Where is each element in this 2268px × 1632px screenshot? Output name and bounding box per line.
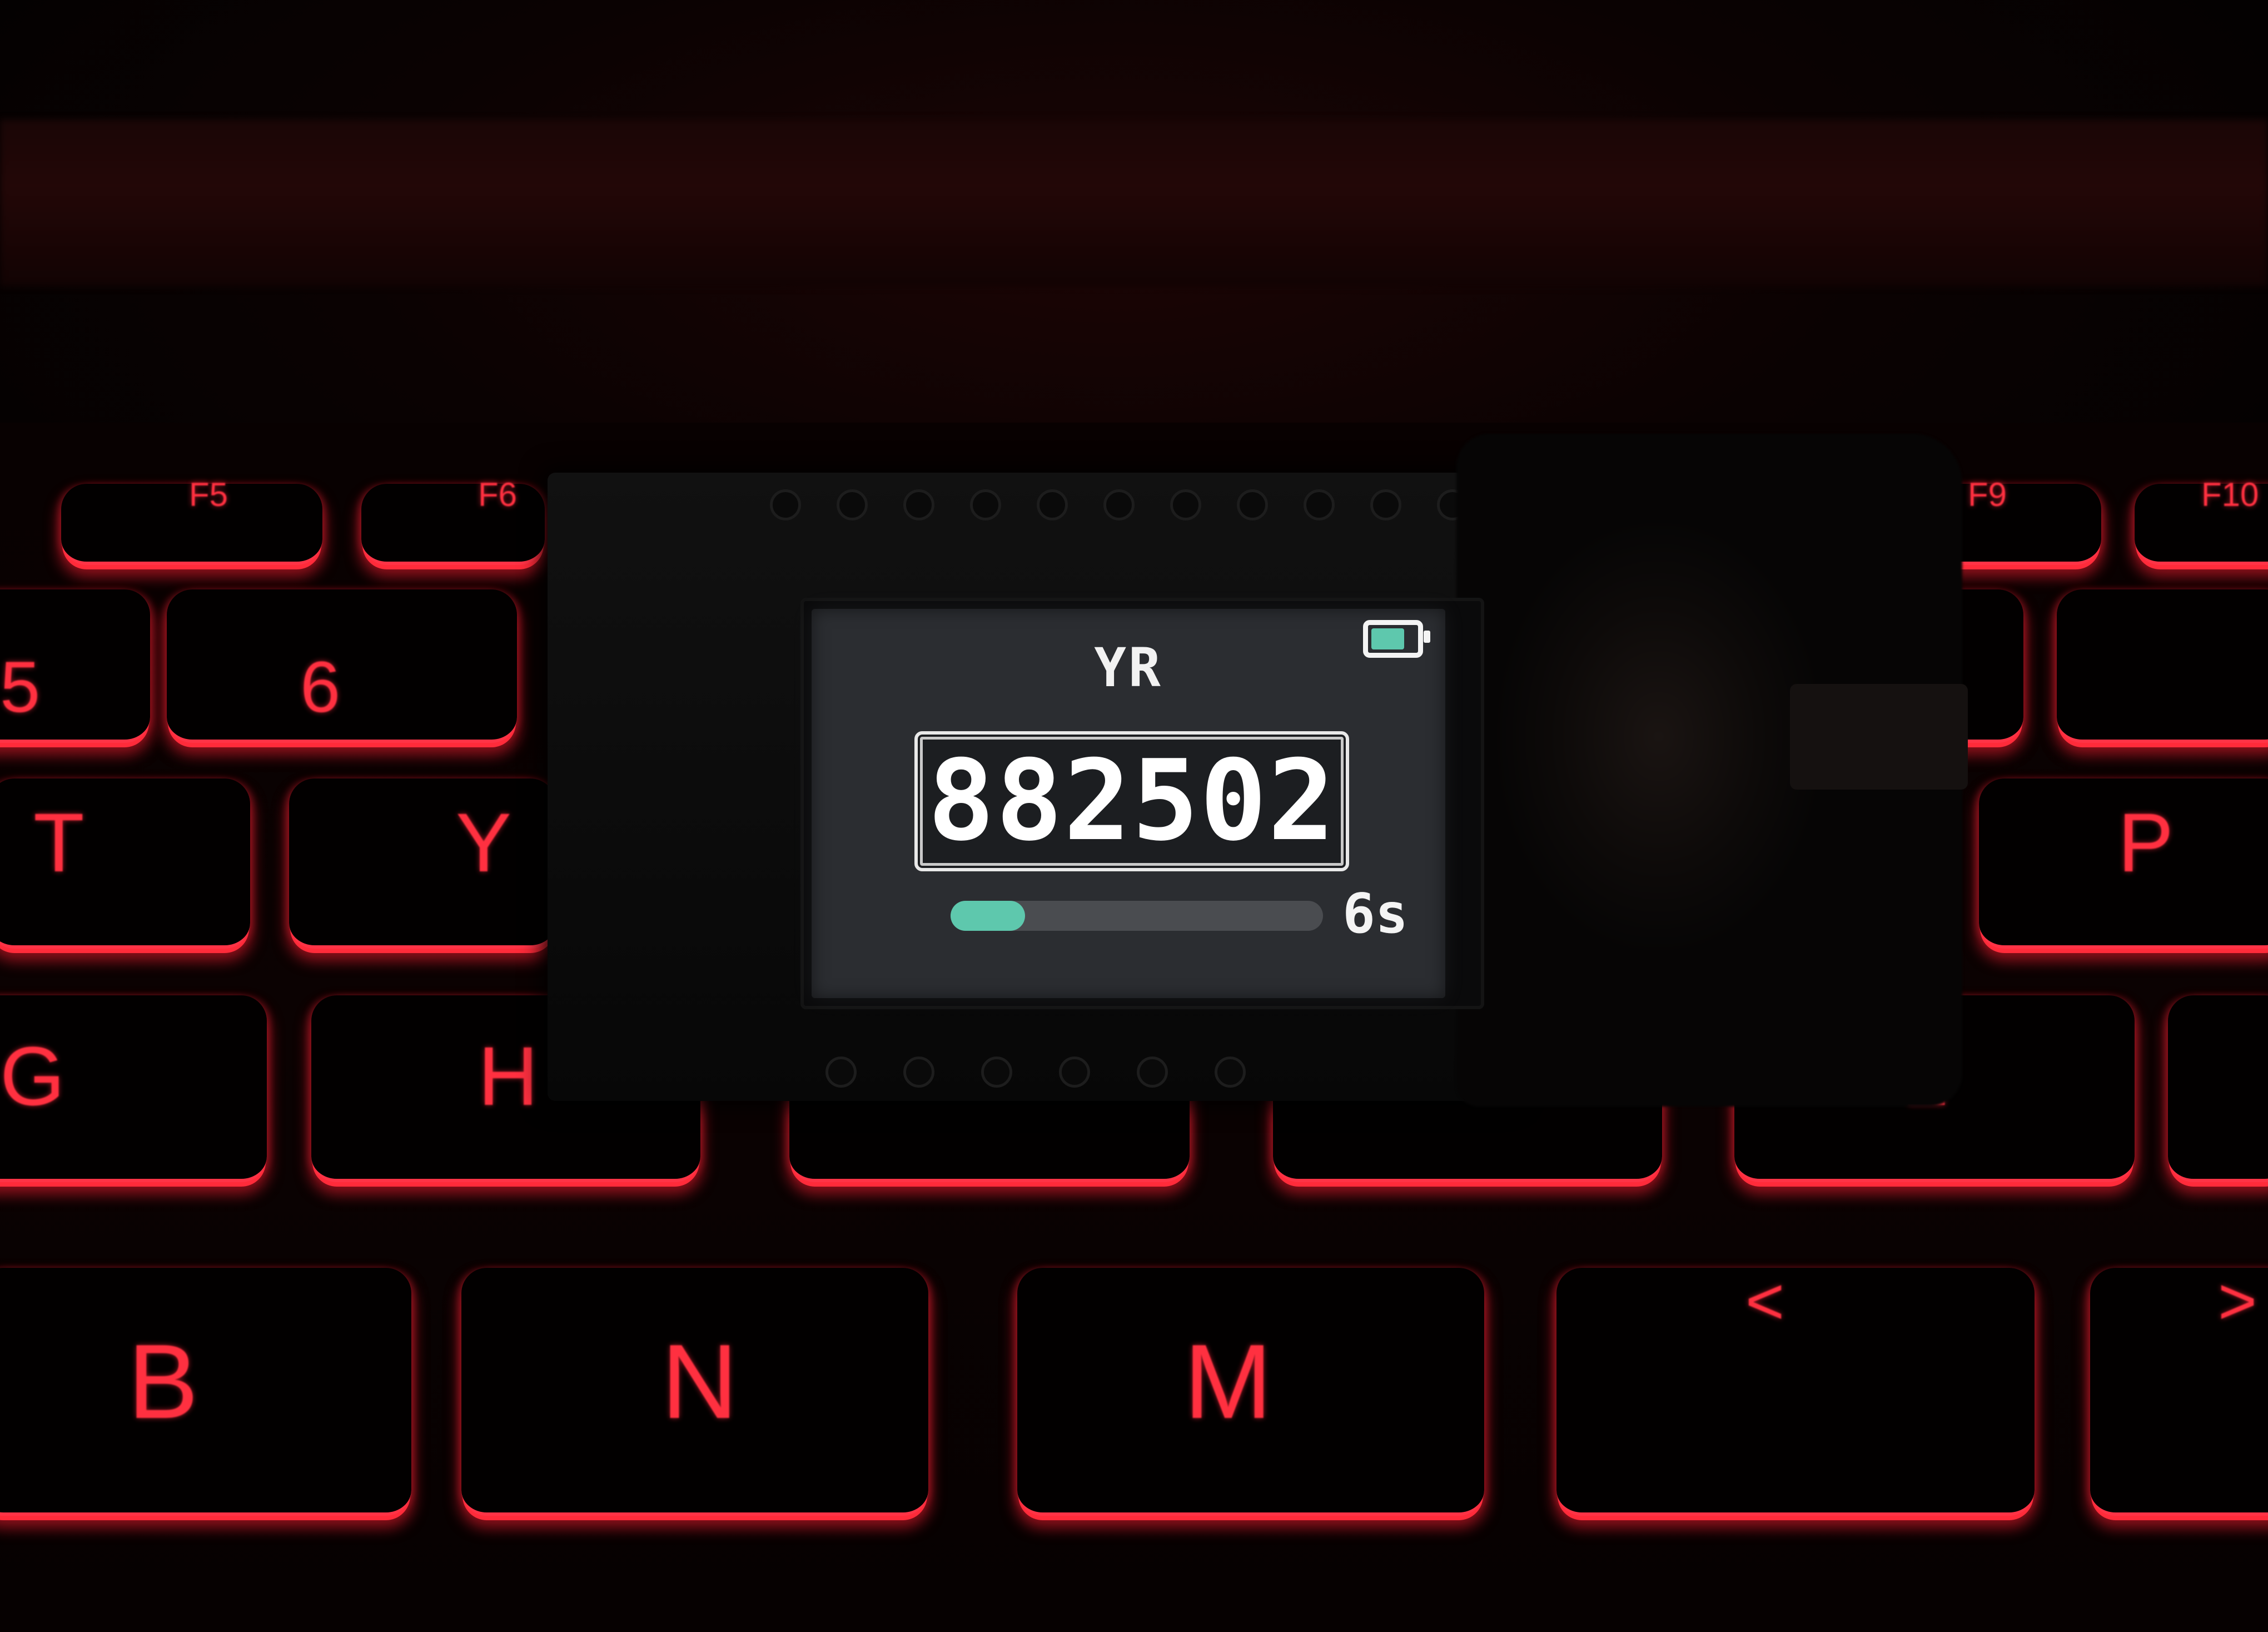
battery-level (1371, 628, 1404, 649)
key-6: 6 (167, 589, 517, 743)
key-0 (2057, 589, 2268, 743)
laptop-hinge (0, 120, 2268, 286)
key-b: B (0, 1268, 411, 1516)
header-pin (825, 1056, 857, 1088)
header-pin (1304, 489, 1335, 520)
header-pin (770, 489, 801, 520)
header-pin (970, 489, 1001, 520)
key-f5: F5 (61, 478, 322, 565)
account-label: YR (1094, 637, 1163, 699)
header-pin (1037, 489, 1068, 520)
key-semicolon (2168, 995, 2268, 1182)
header-pin (981, 1056, 1012, 1088)
key-legend: B (128, 1323, 198, 1441)
key-legend: > (2218, 1264, 2257, 1338)
key-legend: M (1184, 1323, 1272, 1441)
key-y: Y (289, 778, 556, 949)
battery-connector (1790, 684, 1968, 790)
key-n: N (461, 1268, 928, 1516)
key-legend: F9 (1968, 476, 2007, 513)
key-legend: 6 (300, 646, 341, 727)
key-legend: 5 (0, 646, 41, 727)
battery-icon (1363, 620, 1430, 658)
key-t: T (0, 778, 250, 949)
header-pin (1237, 489, 1268, 520)
header-pin (903, 1056, 934, 1088)
key-g: G (0, 995, 267, 1182)
key-legend: G (0, 1029, 65, 1123)
key-legend: Y (456, 796, 512, 889)
key-f6: F6 (361, 478, 545, 565)
key-p: P (1979, 778, 2268, 949)
key-legend: T (33, 796, 84, 889)
header-pin (1170, 489, 1201, 520)
key-legend: P (2118, 796, 2174, 889)
otp-code-box: 882502 (914, 731, 1349, 871)
header-pin (1215, 1056, 1246, 1088)
key-legend: H (478, 1029, 539, 1123)
header-pin (1137, 1056, 1168, 1088)
header-pin (1059, 1056, 1090, 1088)
key-legend: < (1745, 1264, 1785, 1338)
key-legend: N (662, 1323, 738, 1441)
oled-screen: YR 882502 6s (812, 609, 1445, 998)
otp-code: 882502 (927, 736, 1336, 866)
countdown-progress (951, 901, 1323, 931)
key-legend: F10 (2201, 476, 2259, 513)
key-5: 5 (0, 589, 150, 743)
key-legend: F6 (478, 476, 518, 513)
key-period: > (2090, 1268, 2268, 1516)
header-pin (837, 489, 868, 520)
header-pin (1370, 489, 1401, 520)
key-comma: < (1556, 1268, 2035, 1516)
key-m: M (1017, 1268, 1484, 1516)
header-pin (1103, 489, 1135, 520)
header-pin (903, 489, 934, 520)
key-f10: F10 (2135, 478, 2268, 565)
key-legend: F5 (189, 476, 228, 513)
countdown-progress-fill (951, 901, 1025, 931)
photo-scene: F5 F6 F9 F10 5 6 T Y P G H L B N (0, 0, 2268, 1632)
seconds-remaining: 6s (1342, 882, 1409, 946)
